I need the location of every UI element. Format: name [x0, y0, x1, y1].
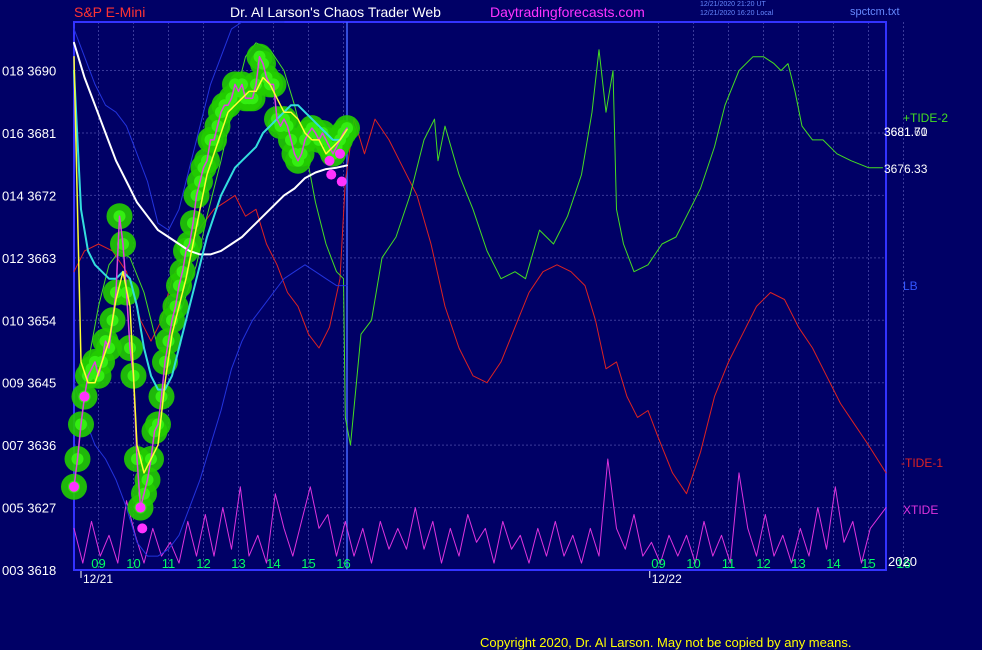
y-tick-label: 005 3627: [2, 501, 56, 516]
marker-dot: [69, 481, 79, 492]
plot-frame: [73, 21, 887, 571]
marker-dot: [79, 391, 90, 402]
marker-dot: [336, 176, 347, 187]
x-tick-label: 11: [722, 556, 736, 571]
site-url[interactable]: Daytradingforecasts.com: [490, 4, 645, 20]
x-tick-label: 10: [126, 556, 140, 571]
x-tick-label: 09: [91, 556, 105, 571]
y-tick-label: 016 3681: [2, 126, 56, 141]
year-label: 2020: [888, 554, 917, 569]
x-tick-label: 14: [266, 556, 280, 571]
x-tick-label: 10: [686, 556, 700, 571]
data-file: spctcm.txt: [850, 6, 900, 18]
label-tide-minus: -TIDE-1: [901, 456, 943, 470]
x-tick-label: 13: [791, 556, 805, 571]
grid-lines: [73, 21, 904, 578]
x-tick-label: 15: [301, 556, 315, 571]
label-xtide: XTIDE: [903, 503, 938, 517]
last-value-2: 3681.61: [884, 125, 928, 139]
x-tick-label: 14: [826, 556, 840, 571]
series-lines: [61, 21, 887, 564]
x-date-label: 12/22: [652, 572, 682, 586]
x-tick-label: 12: [196, 556, 210, 571]
xtide-line: [73, 458, 887, 564]
instrument-title: S&P E-Mini: [74, 4, 146, 20]
marker-dot: [137, 523, 148, 534]
x-tick-label: 09: [651, 556, 665, 571]
y-tick-label: 007 3636: [2, 438, 56, 453]
x-tick-label: 12: [756, 556, 770, 571]
y-tick-label: 003 3618: [2, 563, 56, 578]
y-tick-label: 014 3672: [2, 188, 56, 203]
last-value-slow-ma: 3676.33: [884, 162, 928, 176]
marker-dot: [326, 169, 337, 180]
tide-plus-line: [84, 42, 883, 446]
marker-dot: [135, 502, 146, 513]
timestamp-ut: 12/21/2020 21:20 UT: [700, 1, 766, 8]
x-tick-label: 15: [861, 556, 875, 571]
y-tick-label: 018 3690: [2, 64, 56, 79]
label-tide-plus: +TIDE-2: [903, 111, 948, 125]
timestamp-local: 12/21/2020 16:20 Local: [700, 10, 774, 17]
chart-svg: 003 3618 005 3627 007 3636 009 3645 010 3654…: [2, 21, 948, 586]
x-date-label: 12/21: [83, 572, 113, 586]
x-tick-label: 13: [231, 556, 245, 571]
x-tick-label: 11: [162, 556, 176, 571]
copyright: Copyright 2020, Dr. Al Larson. May not b…: [480, 635, 852, 650]
site-title: Dr. Al Larson's Chaos Trader Web: [230, 4, 441, 20]
y-tick-label: 012 3663: [2, 251, 56, 266]
marker-dot: [335, 148, 345, 159]
label-lb: LB: [903, 279, 918, 293]
marker-dot: [324, 155, 335, 166]
x-tick-label: 16: [336, 556, 350, 571]
y-tick-label: 009 3645: [2, 376, 56, 391]
y-tick-label: 010 3654: [2, 313, 56, 328]
